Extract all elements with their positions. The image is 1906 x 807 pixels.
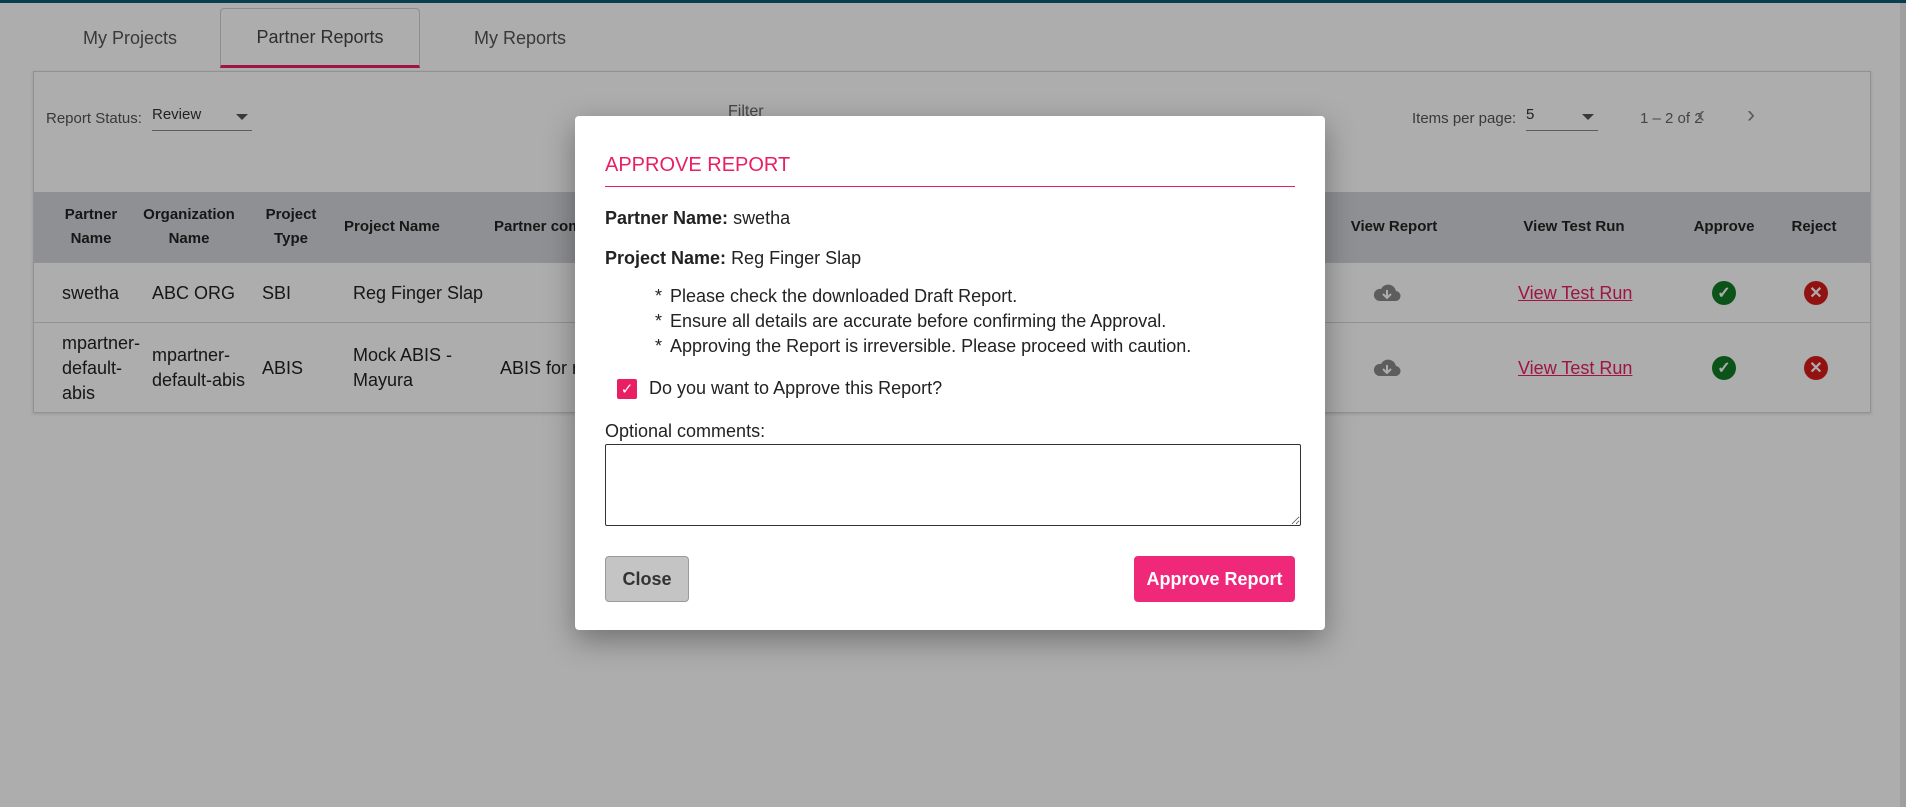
partner-name-label: Partner Name: (605, 208, 729, 228)
approve-confirmation[interactable]: ✓ Do you want to Approve this Report? (617, 378, 942, 399)
title-divider (605, 186, 1295, 187)
list-item: * Please check the downloaded Draft Repor… (655, 286, 1018, 306)
scrollbar[interactable] (1900, 0, 1906, 807)
comments-label: Optional comments: (605, 421, 766, 441)
list-item: * Approving the Report is irreversible. P… (655, 336, 1192, 356)
close-button[interactable]: Close (605, 556, 689, 602)
approve-report-button[interactable]: Approve Report (1134, 556, 1295, 602)
list-item: * Ensure all details are accurate before … (655, 311, 1167, 331)
approve-report-dialog: APPROVE REPORT Partner Name: swetha Proj… (575, 116, 1325, 630)
partner-name-field: Partner Name: swetha (605, 208, 790, 229)
approve-checkbox[interactable]: ✓ (617, 378, 637, 399)
project-name-value: Reg Finger Slap (731, 248, 862, 268)
instructions-list: * Please check the downloaded Draft Repor… (655, 284, 1191, 359)
dialog-title: APPROVE REPORT (605, 154, 791, 176)
approve-checkbox-label: Do you want to Approve this Report? (649, 378, 943, 398)
project-name-field: Project Name: Reg Finger Slap (605, 248, 861, 269)
partner-name-value: swetha (733, 208, 791, 228)
project-name-label: Project Name: (605, 248, 727, 268)
comments-textarea[interactable] (605, 444, 1301, 526)
